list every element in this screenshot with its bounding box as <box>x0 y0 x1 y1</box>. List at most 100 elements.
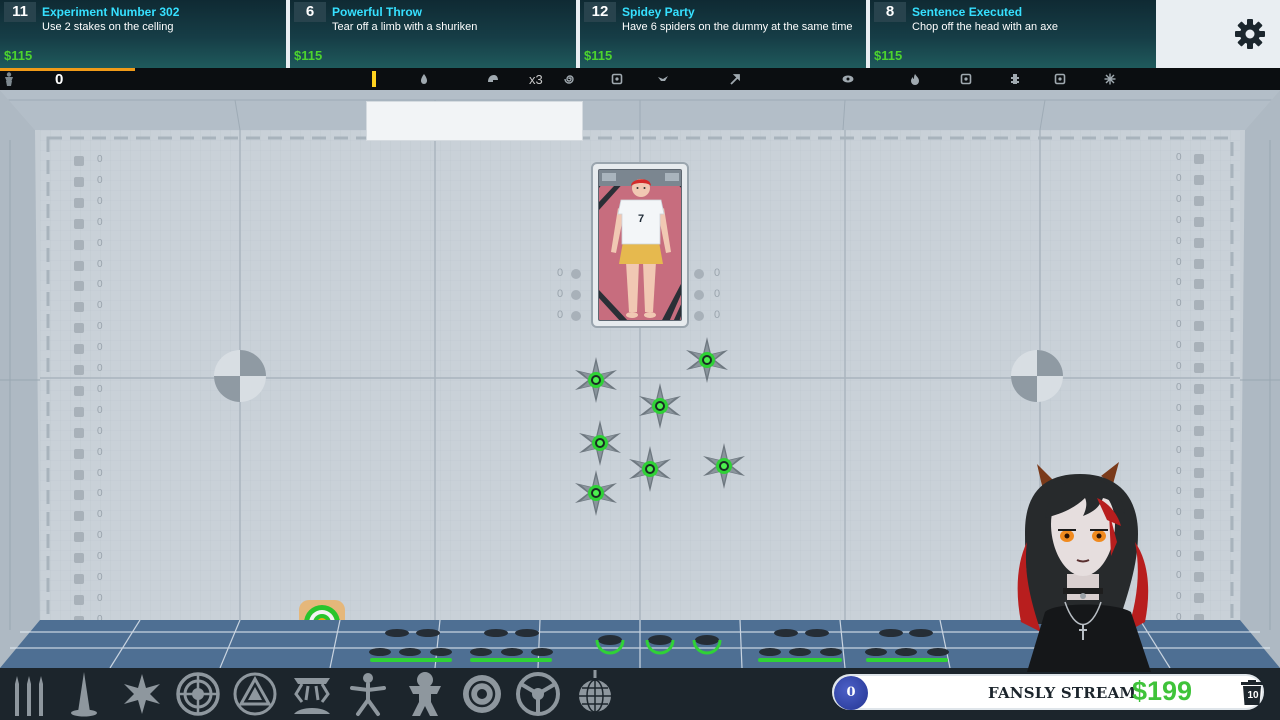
hazard-icon <box>1194 321 1204 332</box>
shuriken-icon[interactable] <box>118 670 166 718</box>
hazard-counter: 0 <box>1174 466 1214 480</box>
challenge-card[interactable]: 12 Spidey Party Have 6 spiders on the du… <box>580 0 868 68</box>
challenge-title: Powerful Throw <box>332 5 422 19</box>
hazard-count: 0 <box>1176 152 1182 163</box>
hazard-count: 0 <box>97 446 103 458</box>
hazard-count: 0 <box>97 300 103 312</box>
snowflake-icon <box>1104 73 1116 85</box>
hazard-count: 0 <box>1176 235 1182 247</box>
challenge-bar: 11 Experiment Number 302 Use 2 stakes on… <box>0 0 1280 68</box>
streamer-avatar <box>1017 462 1151 672</box>
ceiling-panel <box>366 101 583 141</box>
hazard-icon <box>74 553 84 564</box>
hazard-count: 0 <box>97 383 103 395</box>
wheel-icon[interactable] <box>514 670 562 718</box>
hazard-count: 0 <box>1176 277 1182 289</box>
triangle-trap-icon[interactable] <box>231 670 279 718</box>
hazard-count: 0 <box>97 467 103 479</box>
hazard-count: 0 <box>1176 172 1182 184</box>
hazard-counter: 0 <box>74 551 114 565</box>
challenge-reward: $115 <box>4 48 33 63</box>
trash-icon[interactable]: 10 <box>1240 680 1264 706</box>
spider-trap-icon[interactable] <box>288 670 336 718</box>
hazard-counter: 0 <box>74 447 114 461</box>
hazard-count: 0 <box>97 279 103 291</box>
ragdoll-dummy[interactable]: 7 <box>599 170 682 321</box>
challenge-number: 11 <box>4 2 36 22</box>
hazard-count: 0 <box>97 321 103 333</box>
dummy-stat: 0 <box>694 267 724 281</box>
hazard-icon <box>74 156 84 166</box>
person-icon <box>5 72 13 86</box>
shuriken-icon[interactable] <box>571 355 621 405</box>
hazard-icon <box>74 532 84 543</box>
hazard-counter: 0 <box>74 279 114 293</box>
hazard-counter: 0 <box>74 321 114 335</box>
challenge-card[interactable]: 11 Experiment Number 302 Use 2 stakes on… <box>0 0 288 68</box>
money-value: $199 <box>1132 676 1193 706</box>
hazard-count: 0 <box>97 425 103 437</box>
hazard-icon <box>74 448 84 459</box>
hazard-count: 0 <box>1176 570 1182 581</box>
hazard-counter: 0 <box>1174 340 1214 354</box>
hazard-icon <box>1194 467 1204 478</box>
shuriken-icon[interactable] <box>635 381 685 431</box>
hazard-icon <box>1194 530 1204 541</box>
buzzsaw-icon[interactable] <box>458 670 506 718</box>
hazard-icon <box>1194 404 1204 415</box>
stick-figure-icon[interactable] <box>344 670 392 718</box>
shuriken-icon[interactable] <box>682 335 732 385</box>
hazard-count: 0 <box>97 216 103 228</box>
hazard-count: 0 <box>1176 319 1182 331</box>
combo-progress-fill <box>0 68 135 71</box>
challenge-title: Sentence Executed <box>912 5 1023 19</box>
hazard-counter: 0 <box>1174 486 1214 500</box>
trash-count: 10 <box>1247 690 1259 701</box>
stakes-icon[interactable] <box>6 670 54 718</box>
hazard-icon <box>74 365 84 375</box>
fire-icon <box>911 74 919 85</box>
gear-icon[interactable] <box>1230 14 1270 54</box>
hazard-counter: 0 <box>1174 424 1214 438</box>
dummy-stat: 0 <box>557 288 587 302</box>
hazard-icon <box>1194 572 1204 582</box>
hazard-icon <box>74 594 84 605</box>
shuriken-icon[interactable] <box>699 441 749 491</box>
hazard-count: 0 <box>97 509 103 521</box>
hazard-counter: 0 <box>74 384 114 398</box>
hazard-counter: 0 <box>74 300 114 314</box>
hazard-count: 0 <box>97 174 103 186</box>
hazard-icon <box>74 197 84 208</box>
hazard-icon <box>1194 342 1204 353</box>
shuriken-icon[interactable] <box>575 418 625 468</box>
shuriken-icon[interactable] <box>625 444 675 494</box>
hazard-icon <box>1194 425 1204 436</box>
challenge-card[interactable]: 8 Sentence Executed Chop off the head wi… <box>870 0 1158 68</box>
spike-icon[interactable] <box>60 670 108 718</box>
hazard-icon <box>1194 592 1204 603</box>
saw-icon[interactable] <box>174 670 222 718</box>
hazard-icon <box>1194 174 1204 185</box>
hazard-icon <box>74 218 84 229</box>
challenge-reward: $115 <box>294 48 323 63</box>
hazard-icon <box>74 574 84 584</box>
hazard-count: 0 <box>1176 444 1182 456</box>
dummy-stat: 0 <box>557 267 587 281</box>
money-panel: 0 FANSLY STREAM $199 10 <box>830 672 1266 712</box>
hazard-icon <box>1194 216 1204 227</box>
hazard-counter: 0 <box>74 426 114 440</box>
hazard-counter: 0 <box>1174 528 1214 542</box>
hazard-counter: 0 <box>74 259 114 273</box>
hazard-icon <box>1194 300 1204 311</box>
shuriken-icon[interactable] <box>571 468 621 518</box>
disco-ball-icon[interactable] <box>571 670 619 718</box>
hazard-counter: 0 <box>1174 194 1214 208</box>
challenge-card[interactable]: 6 Powerful Throw Tear off a limb with a … <box>290 0 578 68</box>
dummy-stat: 0 <box>694 288 724 302</box>
hazard-count: 0 <box>1176 361 1182 372</box>
hazard-icon <box>1194 383 1204 394</box>
dummy-card[interactable]: 7 <box>591 162 689 328</box>
voodoo-doll-icon[interactable] <box>401 670 449 718</box>
status-bar: 0 x3 <box>0 68 1280 90</box>
hazard-count: 0 <box>97 592 103 604</box>
